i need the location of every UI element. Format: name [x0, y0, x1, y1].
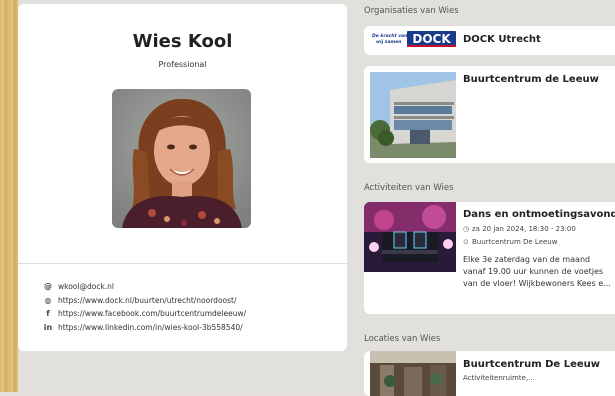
linkedin-icon: in — [43, 322, 53, 332]
profile-role: Professional — [158, 60, 207, 69]
divider — [18, 263, 347, 264]
organisation-name[interactable]: Buurtcentrum de Leeuw — [463, 74, 599, 85]
right-column: Organisaties van Wies De kracht van wij … — [353, 0, 615, 396]
activity-datetime-text: za 20 jan 2024, 18:30 - 23:00 — [472, 225, 576, 233]
activity-image — [364, 202, 456, 272]
organisations-title: Organisaties van Wies — [364, 6, 459, 16]
activities-title: Activiteiten van Wies — [364, 183, 454, 193]
activity-card[interactable]: Dans en ontmoetingsavond ◷ za 20 jan 2024… — [364, 202, 615, 314]
location-image — [370, 351, 456, 396]
location-subtitle: Activiteitenruimte,... — [463, 374, 535, 382]
contact-website-link[interactable]: https://www.dock.nl/buurten/utrecht/noor… — [58, 296, 237, 305]
organisation-card-leeuw[interactable]: Buurtcentrum de Leeuw — [364, 66, 615, 163]
building-image — [370, 72, 456, 158]
contact-linkedin[interactable]: in https://www.linkedin.com/in/wies-kool… — [42, 321, 246, 335]
profile-name: Wies Kool — [132, 31, 233, 52]
contact-list: @ wkool@dock.nl ◍ https://www.dock.nl/bu… — [42, 280, 246, 334]
contact-email[interactable]: @ wkool@dock.nl — [42, 280, 246, 294]
organisation-card-dock[interactable]: De kracht van wij samen DOCK DOCK Utrech… — [364, 26, 615, 55]
location-pin-icon: ⊙ — [463, 238, 469, 246]
dock-logo: De kracht van wij samen DOCK — [372, 31, 456, 47]
organisation-name[interactable]: DOCK Utrecht — [463, 34, 541, 45]
contact-website[interactable]: ◍ https://www.dock.nl/buurten/utrecht/no… — [42, 294, 246, 308]
contact-linkedin-link[interactable]: https://www.linkedin.com/in/wies-kool-3b… — [58, 323, 243, 332]
wood-background — [0, 0, 18, 392]
contact-facebook[interactable]: f https://www.facebook.com/buurtcentrumd… — [42, 307, 246, 321]
dock-logo-word: DOCK — [412, 32, 451, 46]
contact-facebook-link[interactable]: https://www.facebook.com/buurtcentrumdel… — [58, 309, 246, 318]
activity-description: Elke 3e zaterdag van de maand vanaf 19.0… — [463, 255, 611, 288]
dock-logo-tagline-2: wij samen — [376, 39, 401, 45]
dock-logo-tagline-1: De kracht van — [372, 33, 407, 39]
locations-title: Locaties van Wies — [364, 334, 441, 344]
activity-location-text: Buurtcentrum De Leeuw — [472, 238, 558, 246]
contact-email-text[interactable]: wkool@dock.nl — [58, 282, 114, 291]
location-card[interactable]: Buurtcentrum De Leeuw Activiteitenruimte… — [364, 351, 615, 396]
activity-datetime: ◷ za 20 jan 2024, 18:30 - 23:00 — [463, 225, 576, 233]
facebook-icon: f — [46, 309, 50, 319]
location-name[interactable]: Buurtcentrum De Leeuw — [463, 359, 600, 370]
profile-photo — [112, 89, 251, 228]
at-icon: @ — [44, 282, 52, 292]
clock-icon: ◷ — [463, 225, 470, 233]
activity-name[interactable]: Dans en ontmoetingsavond — [463, 209, 615, 220]
activity-location: ⊙ Buurtcentrum De Leeuw — [463, 238, 557, 246]
profile-card: Wies Kool Professional @ wkool@dock.nl ◍… — [18, 4, 347, 351]
globe-icon: ◍ — [44, 295, 52, 305]
